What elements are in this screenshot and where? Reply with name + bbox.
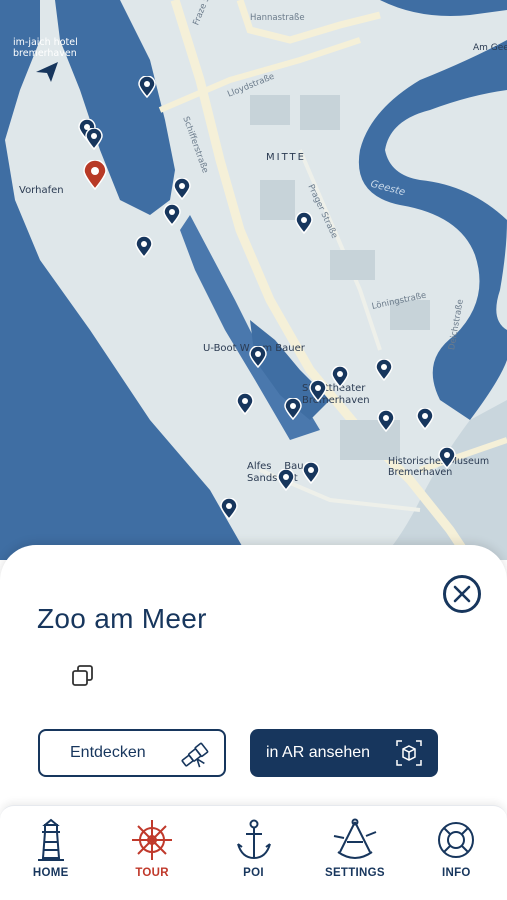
hotel-label: im-jaich hotel bremerhaven — [13, 37, 78, 59]
telescope-icon — [181, 742, 209, 768]
close-icon — [453, 585, 471, 603]
map-pin[interactable] — [173, 178, 191, 200]
location-arrow-icon[interactable] — [34, 60, 60, 84]
map-pin-icon — [138, 76, 156, 98]
tab-home[interactable]: HOME — [0, 806, 101, 900]
sextant-icon — [333, 818, 377, 859]
tab-bar: HOME TOUR POI SETTINGS INFO — [0, 805, 507, 900]
map-pin[interactable] — [284, 398, 302, 420]
ar-view-button[interactable]: in AR ansehen — [250, 729, 438, 777]
vorhafen-label: Vorhafen — [19, 185, 64, 196]
map-pin-icon — [249, 346, 267, 368]
selected-pin-icon — [83, 160, 107, 190]
map-pin[interactable] — [236, 393, 254, 415]
map-pin[interactable] — [220, 498, 238, 520]
street-label: Hannastraße — [250, 13, 305, 23]
map-pin-icon — [416, 408, 434, 430]
map-pin-icon — [85, 128, 103, 150]
tab-settings[interactable]: SETTINGS — [304, 806, 405, 900]
ar-cube-icon — [396, 740, 422, 766]
discover-button-label: Entdecken — [70, 744, 146, 761]
tab-home-label: HOME — [32, 867, 69, 879]
tab-poi[interactable]: POI — [203, 806, 304, 900]
close-button[interactable] — [443, 575, 481, 613]
map-pin[interactable] — [277, 469, 295, 491]
selected-map-pin[interactable] — [83, 160, 107, 190]
map-pin-icon — [331, 366, 349, 388]
tab-info-label: INFO — [441, 867, 471, 879]
tab-settings-label: SETTINGS — [324, 867, 385, 879]
map-pin-icon — [277, 469, 295, 491]
map-pin-icon — [375, 359, 393, 381]
map-pin-icon — [302, 462, 320, 484]
map-pin[interactable] — [135, 236, 153, 258]
ar-view-button-label: in AR ansehen — [266, 744, 371, 761]
tab-tour-label: TOUR — [135, 867, 169, 879]
discover-button[interactable]: Entdecken — [38, 729, 226, 777]
map-pin-icon — [377, 410, 395, 432]
tab-info[interactable]: INFO — [406, 806, 507, 900]
lighthouse-icon — [37, 818, 64, 861]
poi-title: Zoo am Meer — [37, 603, 207, 634]
map-pin[interactable] — [375, 359, 393, 381]
copy-icon[interactable] — [70, 663, 96, 689]
map-pin[interactable] — [302, 462, 320, 484]
map-pin[interactable] — [438, 447, 456, 469]
tab-tour[interactable]: TOUR — [101, 806, 202, 900]
map-pin[interactable] — [163, 204, 181, 226]
tab-poi-label: POI — [243, 867, 264, 879]
map-view[interactable]: im-jaich hotel bremerhaven Vorhafen MITT… — [0, 0, 507, 560]
map-pin-icon — [236, 393, 254, 415]
map-pin[interactable] — [331, 366, 349, 388]
anchor-icon — [236, 819, 271, 860]
map-pin-icon — [220, 498, 238, 520]
map-pin[interactable] — [377, 410, 395, 432]
map-pin[interactable] — [138, 76, 156, 98]
map-pin[interactable] — [309, 380, 327, 402]
map-pin-icon — [173, 178, 191, 200]
map-pin-icon — [284, 398, 302, 420]
lifebuoy-icon — [438, 822, 475, 858]
map-pin-icon — [309, 380, 327, 402]
mitte-label: MITTE — [266, 152, 306, 163]
map-pin-icon — [295, 212, 313, 234]
map-pin[interactable] — [85, 128, 103, 150]
am-gees-label: Am Gees — [473, 43, 507, 53]
ship-wheel-icon — [132, 820, 173, 860]
map-pin[interactable] — [249, 346, 267, 368]
map-pin[interactable] — [416, 408, 434, 430]
map-pin-icon — [135, 236, 153, 258]
map-pin-icon — [438, 447, 456, 469]
map-pin-icon — [163, 204, 181, 226]
map-pin[interactable] — [295, 212, 313, 234]
